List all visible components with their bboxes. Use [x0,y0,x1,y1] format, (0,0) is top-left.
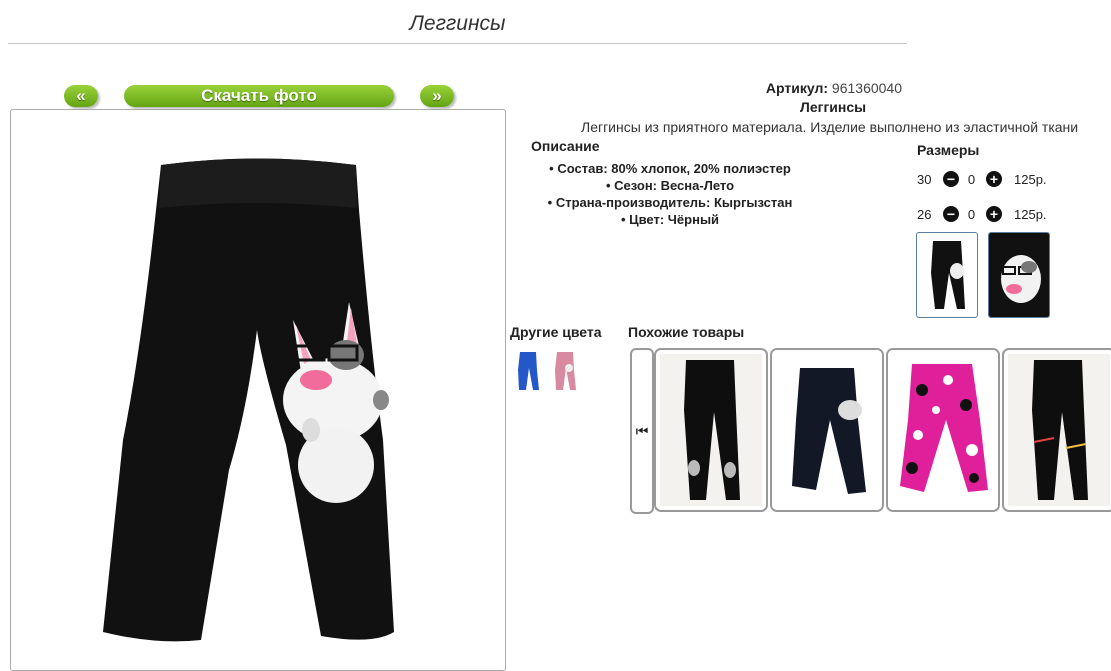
size-row: 26 − 0 + 125р. [917,204,1047,224]
description-item: Цвет: Чёрный [520,211,820,228]
color-swatch-blue[interactable] [515,350,541,392]
blue-leggings-icon [518,352,539,390]
quantity-value: 0 [967,171,976,187]
pink-leggings-icon [555,352,576,390]
leggings-thumb-image [931,241,965,309]
prev-photo-button[interactable]: « [64,85,98,107]
similar-product-image [772,350,882,510]
description-list: Состав: 80% хлопок, 20% полиэстер Сезон:… [520,160,820,228]
size-price: 125р. [1014,171,1047,187]
similar-product-image [1008,354,1110,506]
minus-icon[interactable]: − [943,206,959,222]
product-summary: Леггинсы из приятного материала. Изделие… [581,119,1079,135]
skip-back-icon: ⏮ [635,422,649,439]
size-label: 26 [917,206,932,222]
next-photo-button[interactable]: » [420,85,454,107]
description-item: Сезон: Весна-Лето [520,177,820,194]
photo-thumbnail[interactable] [988,232,1050,318]
dog-print-thumb-image [989,233,1049,317]
similar-product-card[interactable] [654,348,768,512]
similar-products-heading: Похожие товары [628,324,745,340]
plus-icon[interactable]: + [986,206,1002,222]
size-price: 125р. [1014,206,1047,222]
download-photo-button[interactable]: Скачать фото [124,85,394,107]
plus-icon[interactable]: + [986,171,1002,187]
article-line: Артикул: 961360040 [766,80,902,96]
product-name: Леггинсы [800,99,867,115]
description-heading: Описание [531,138,600,154]
article-label: Артикул: [765,80,829,96]
sizes-heading: Размеры [917,142,980,158]
article-value: 961360040 [831,80,902,96]
description-item: Состав: 80% хлопок, 20% полиэстер [520,160,820,177]
title-divider [8,43,907,44]
similar-product-card[interactable] [1002,348,1111,512]
size-row: 30 − 0 + 125р. [917,169,1047,189]
similar-product-image [660,354,762,506]
similar-product-card[interactable] [770,348,884,512]
leggings-image [103,158,394,642]
quantity-value: 0 [967,206,976,222]
color-swatch-pink[interactable] [552,350,578,392]
size-label: 30 [917,171,932,187]
description-item: Страна-производитель: Кыргызстан [520,194,820,211]
photo-thumbnail[interactable] [916,232,978,318]
minus-icon[interactable]: − [943,171,959,187]
similar-product-card[interactable] [886,348,1000,512]
other-colors-heading: Другие цвета [510,324,602,340]
page-title: Леггинсы [409,12,506,35]
similar-product-image [888,350,998,510]
main-product-photo[interactable] [10,109,506,671]
scroll-left-button[interactable]: ⏮ [630,348,654,514]
